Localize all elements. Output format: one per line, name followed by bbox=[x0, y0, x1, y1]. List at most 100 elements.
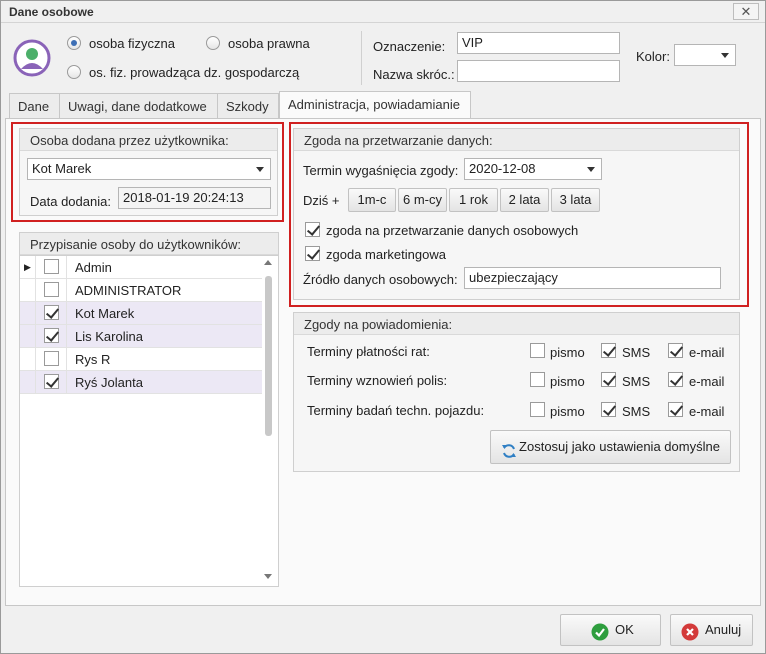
date-added-field[interactable]: 2018-01-19 20:24:13 bbox=[118, 187, 271, 209]
cancel-label: Anuluj bbox=[705, 622, 742, 637]
quick-6-months-button[interactable]: 6 m-cy bbox=[398, 188, 447, 212]
row-indicator-cell bbox=[20, 279, 36, 302]
email-checkbox[interactable] bbox=[668, 372, 683, 387]
processing-consent-checkbox[interactable] bbox=[305, 222, 320, 237]
assignment-group: Przypisanie osoby do użytkowników: bbox=[19, 232, 279, 256]
today-plus-label: Dziś + bbox=[303, 193, 340, 208]
notifications-heading: Zgody na powiadomienia: bbox=[294, 313, 739, 335]
quick-1-month-button[interactable]: 1m-c bbox=[348, 188, 396, 212]
grid-scrollbar[interactable] bbox=[262, 258, 276, 584]
row-checkbox-cell bbox=[37, 325, 67, 348]
row-indicator-cell bbox=[20, 302, 36, 325]
email-label: e-mail bbox=[689, 345, 725, 360]
kolor-label: Kolor: bbox=[636, 49, 670, 64]
radio-osoba-prawna-label: osoba prawna bbox=[228, 36, 310, 51]
scroll-thumb[interactable] bbox=[265, 276, 272, 436]
row-checkbox[interactable] bbox=[44, 259, 59, 274]
row-checkbox[interactable] bbox=[44, 305, 59, 320]
quick-1-year-button[interactable]: 1 rok bbox=[449, 188, 498, 212]
cancel-x-icon bbox=[681, 622, 699, 641]
radio-dz-gospodarcza[interactable] bbox=[67, 65, 81, 79]
kolor-select[interactable] bbox=[674, 44, 736, 66]
added-by-user-value: Kot Marek bbox=[32, 161, 92, 176]
sms-label: SMS bbox=[622, 374, 651, 389]
sms-label: SMS bbox=[622, 404, 651, 419]
tab-administracja[interactable]: Administracja, powiadamianie bbox=[279, 91, 471, 119]
table-row[interactable]: ▶ Admin bbox=[20, 256, 262, 279]
sms-checkbox[interactable] bbox=[601, 343, 616, 358]
radio-dz-gospodarcza-label: os. fiz. prowadząca dz. gospodarczą bbox=[89, 65, 300, 80]
ok-check-icon bbox=[591, 622, 609, 641]
table-row[interactable]: Lis Karolina bbox=[20, 325, 262, 348]
title-bar: Dane osobowe ✕ bbox=[1, 1, 765, 23]
table-row[interactable]: ADMINISTRATOR bbox=[20, 279, 262, 302]
email-checkbox[interactable] bbox=[668, 402, 683, 417]
radio-osoba-fizyczna[interactable] bbox=[67, 36, 81, 50]
close-icon: ✕ bbox=[740, 4, 752, 19]
expiry-date-select[interactable]: 2020-12-08 bbox=[464, 158, 602, 180]
tab-uwagi[interactable]: Uwagi, dane dodatkowe bbox=[59, 93, 218, 119]
nazwa-skroc-label: Nazwa skróc.: bbox=[373, 67, 455, 82]
notification-row-label: Terminy wznowień polis: bbox=[307, 373, 448, 388]
sms-checkbox[interactable] bbox=[601, 402, 616, 417]
oznaczenie-field[interactable]: VIP bbox=[457, 32, 620, 54]
assignment-grid: ▶ Admin ADMINISTRATOR Kot Marek Lis Karolina… bbox=[19, 255, 279, 587]
close-button[interactable]: ✕ bbox=[733, 3, 759, 20]
window-title: Dane osobowe bbox=[9, 5, 94, 19]
email-label: e-mail bbox=[689, 374, 725, 389]
tab-dane[interactable]: Dane bbox=[9, 93, 60, 119]
notification-row-label: Terminy płatności rat: bbox=[307, 344, 430, 359]
row-indicator-icon: ▶ bbox=[20, 256, 36, 279]
scroll-up-icon[interactable] bbox=[264, 260, 272, 265]
assignment-heading: Przypisanie osoby do użytkowników: bbox=[20, 233, 278, 255]
table-row[interactable]: Ryś Jolanta bbox=[20, 371, 262, 394]
row-user-name: Rys R bbox=[75, 352, 111, 367]
quick-3-years-button[interactable]: 3 lata bbox=[551, 188, 600, 212]
nazwa-skroc-field[interactable] bbox=[457, 60, 620, 82]
row-checkbox-cell bbox=[37, 371, 67, 394]
tab-szkody[interactable]: Szkody bbox=[217, 93, 279, 119]
row-user-name: ADMINISTRATOR bbox=[75, 283, 182, 298]
date-added-label: Data dodania: bbox=[30, 194, 111, 209]
scroll-down-icon[interactable] bbox=[264, 574, 272, 579]
notification-row-label: Terminy badań techn. pojazdu: bbox=[307, 403, 485, 418]
row-checkbox[interactable] bbox=[44, 328, 59, 343]
sms-label: SMS bbox=[622, 345, 651, 360]
pismo-label: pismo bbox=[550, 345, 585, 360]
row-checkbox-cell bbox=[37, 302, 67, 325]
row-user-name: Lis Karolina bbox=[75, 329, 143, 344]
apply-defaults-button[interactable]: Zostosuj jako ustawienia domyślne bbox=[490, 430, 731, 464]
chevron-down-icon bbox=[256, 167, 264, 172]
pismo-checkbox[interactable] bbox=[530, 402, 545, 417]
table-row[interactable]: Kot Marek bbox=[20, 302, 262, 325]
sms-checkbox[interactable] bbox=[601, 372, 616, 387]
email-label: e-mail bbox=[689, 404, 725, 419]
table-row[interactable]: Rys R bbox=[20, 348, 262, 371]
row-user-name: Ryś Jolanta bbox=[75, 375, 143, 390]
oznaczenie-label: Oznaczenie: bbox=[373, 39, 446, 54]
quick-2-years-button[interactable]: 2 lata bbox=[500, 188, 549, 212]
row-indicator-cell bbox=[20, 348, 36, 371]
row-checkbox[interactable] bbox=[44, 282, 59, 297]
ok-button[interactable]: OK bbox=[560, 614, 661, 646]
row-indicator-cell bbox=[20, 371, 36, 394]
pismo-label: pismo bbox=[550, 374, 585, 389]
email-checkbox[interactable] bbox=[668, 343, 683, 358]
data-source-field[interactable]: ubezpieczający bbox=[464, 267, 721, 289]
pismo-checkbox[interactable] bbox=[530, 343, 545, 358]
row-checkbox-cell bbox=[37, 348, 67, 371]
ok-label: OK bbox=[615, 622, 634, 637]
pismo-checkbox[interactable] bbox=[530, 372, 545, 387]
added-by-heading: Osoba dodana przez użytkownika: bbox=[20, 129, 277, 151]
apply-defaults-label: Zostosuj jako ustawienia domyślne bbox=[519, 439, 720, 454]
row-checkbox[interactable] bbox=[44, 351, 59, 366]
row-user-name: Kot Marek bbox=[75, 306, 135, 321]
radio-osoba-prawna[interactable] bbox=[206, 36, 220, 50]
added-by-user-select[interactable]: Kot Marek bbox=[27, 158, 271, 180]
marketing-consent-checkbox[interactable] bbox=[305, 246, 320, 261]
header-divider bbox=[361, 31, 362, 85]
row-checkbox[interactable] bbox=[44, 374, 59, 389]
row-checkbox-cell bbox=[37, 279, 67, 302]
cancel-button[interactable]: Anuluj bbox=[670, 614, 753, 646]
processing-consent-label: zgoda na przetwarzanie danych osobowych bbox=[326, 223, 579, 238]
